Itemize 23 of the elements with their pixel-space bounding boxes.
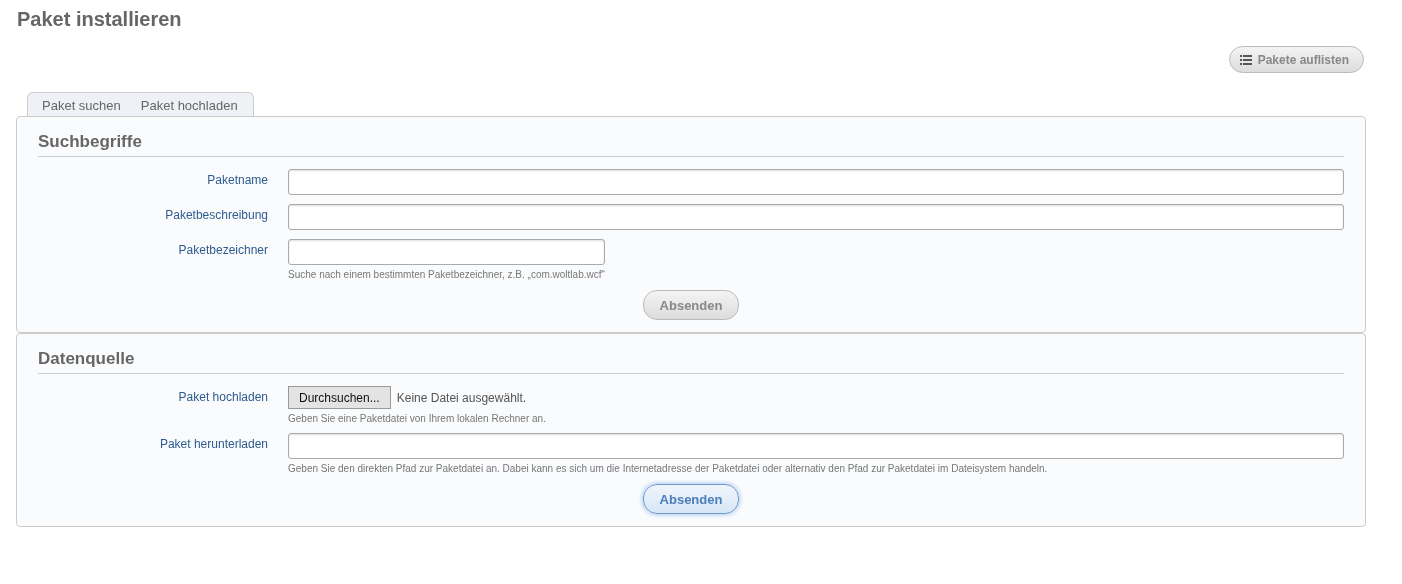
tab[interactable]: Paket suchen [42,98,121,113]
file-status: Keine Datei ausgewählt. [396,390,527,405]
field-hint: Geben Sie eine Paketdatei von Ihrem lokalen Rechner an. [288,413,547,424]
submit-button[interactable]: Absenden [642,484,740,514]
input-field[interactable] [288,169,1344,195]
section-heading: Suchbegriffe [38,127,1344,157]
field-label: Paketname [206,172,268,189]
field-label: Paketbeschreibung [164,207,268,224]
input-field[interactable] [288,239,605,265]
input-field[interactable] [288,433,1344,459]
field-label: Paket hochladen [177,389,268,406]
page-title: Paket installieren [17,7,183,32]
tab[interactable]: Paket hochladen [140,98,238,113]
browse-button[interactable]: Durchsuchen... [288,386,391,409]
list-icon [1239,54,1252,65]
field-label: Paketbezeichner [177,242,268,259]
list-packages-button[interactable]: Pakete auflisten [1228,46,1364,73]
submit-button[interactable]: Absenden [642,290,740,320]
section-heading: Datenquelle [38,344,1344,374]
field-hint: Geben Sie den direkten Pfad zur Paketdatei an. Dabei kann es sich um die Internetadresse der Paketdatei oder alternativ den Pfad zur Paketdatei im Dateisystem handeln. [288,463,1049,474]
field-label: Paket herunterladen [158,436,268,453]
input-field[interactable] [288,204,1344,230]
field-hint: Suche nach einem bestimmten Paketbezeichner, z.B. „com.woltlab.wcf“ [288,269,606,280]
